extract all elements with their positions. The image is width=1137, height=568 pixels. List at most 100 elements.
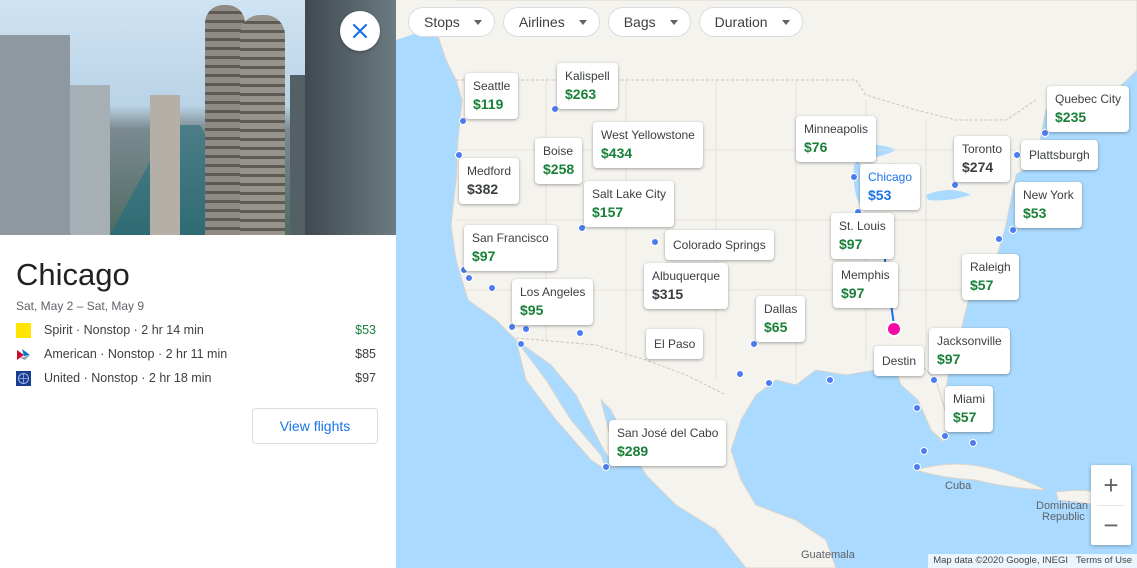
building (150, 95, 180, 235)
card-price: $95 (520, 302, 544, 318)
card-price: $76 (804, 139, 828, 155)
airport-dot[interactable] (1013, 151, 1021, 159)
filter-duration[interactable]: Duration (698, 7, 803, 37)
card-price: $57 (970, 277, 994, 293)
filter-bar: Stops Airlines Bags Duration (408, 7, 803, 37)
building (240, 15, 285, 235)
card-name: Medford (467, 164, 512, 178)
city-title: Chicago (16, 257, 130, 292)
destination-card-memphis[interactable]: Memphis $97 (833, 262, 898, 308)
filter-label: Bags (623, 14, 656, 30)
destination-card-destin[interactable]: Destin (874, 346, 925, 376)
destination-card-seattle[interactable]: Seattle $119 (465, 73, 519, 119)
destination-card-jacksonville[interactable]: Jacksonville $97 (929, 328, 1010, 374)
airport-dot[interactable] (651, 238, 659, 246)
airport-dot[interactable] (576, 329, 584, 337)
card-name: Toronto (962, 142, 1003, 156)
card-name: Seattle (473, 79, 511, 93)
airport-dot[interactable] (522, 325, 530, 333)
card-price: $258 (543, 161, 575, 177)
flight-row[interactable]: Spirit · Nonstop · 2 hr 14 min $53 (16, 318, 376, 342)
origin-pin[interactable] (886, 321, 902, 337)
zoom-out-button[interactable]: − (1091, 506, 1131, 545)
card-price: $97 (472, 248, 496, 264)
airport-dot[interactable] (930, 376, 938, 384)
zoom-in-button[interactable]: + (1091, 465, 1131, 505)
card-name: Raleigh (970, 260, 1011, 274)
destination-card-el-paso[interactable]: El Paso (646, 329, 704, 359)
airport-dot[interactable] (826, 376, 834, 384)
filter-bags[interactable]: Bags (607, 7, 691, 37)
airport-dot[interactable] (488, 284, 496, 292)
filter-stops[interactable]: Stops (408, 7, 495, 37)
flight-meta: Spirit · Nonstop · 2 hr 14 min (44, 323, 204, 337)
card-price: $53 (1023, 205, 1047, 221)
destination-card-minneapolis[interactable]: Minneapolis $76 (796, 116, 877, 162)
map-attribution: Map data ©2020 Google, INEGI Terms of Us… (928, 554, 1137, 568)
filter-airlines[interactable]: Airlines (502, 7, 600, 37)
airport-dot[interactable] (850, 173, 858, 181)
view-flights-button[interactable]: View flights (252, 408, 378, 444)
card-price: $315 (652, 286, 684, 302)
card-name: Boise (543, 144, 574, 158)
destination-card-san-jose-del-cabo[interactable]: San José del Cabo $289 (609, 420, 727, 466)
card-price: $235 (1055, 109, 1087, 125)
flight-row[interactable]: American · Nonstop · 2 hr 11 min $85 (16, 342, 376, 366)
card-name: Albuquerque (652, 269, 721, 283)
map-label-cuba: Cuba (945, 480, 972, 492)
card-name: Kalispell (565, 69, 610, 83)
card-name: West Yellowstone (601, 128, 695, 142)
airport-dot[interactable] (913, 404, 921, 412)
destination-card-st-louis[interactable]: St. Louis $97 (831, 213, 894, 259)
united-logo-icon (16, 370, 31, 386)
destination-card-boise[interactable]: Boise $258 (535, 138, 583, 184)
destination-card-west-yellowstone[interactable]: West Yellowstone $434 (593, 122, 703, 168)
close-button[interactable] (340, 11, 380, 51)
zoom-controls: + − (1091, 465, 1131, 545)
destination-card-toronto[interactable]: Toronto $274 (954, 136, 1011, 182)
airport-dot[interactable] (765, 379, 773, 387)
destination-card-salt-lake-city[interactable]: Salt Lake City $157 (584, 181, 675, 227)
airport-dot[interactable] (920, 447, 928, 455)
map-label-guatemala: Guatemala (801, 549, 855, 561)
destination-card-san-francisco[interactable]: San Francisco $97 (464, 225, 557, 271)
airport-dot[interactable] (517, 340, 525, 348)
flight-price: $53 (355, 323, 376, 337)
card-price: $119 (473, 96, 504, 112)
destination-card-colorado-springs[interactable]: Colorado Springs (665, 230, 774, 260)
card-price: $57 (953, 409, 977, 425)
card-name: El Paso (654, 337, 696, 351)
caret-down-icon (473, 19, 482, 25)
trip-dates: Sat, May 2 – Sat, May 9 (16, 299, 145, 313)
destination-card-kalispell[interactable]: Kalispell $263 (557, 63, 618, 109)
caret-down-icon (578, 19, 587, 25)
card-name: Jacksonville (937, 334, 1002, 348)
airport-dot[interactable] (951, 181, 959, 189)
airport-dot[interactable] (941, 432, 949, 440)
destination-card-los-angeles[interactable]: Los Angeles $95 (512, 279, 594, 325)
terms-of-use-link[interactable]: Terms of Use (1076, 555, 1132, 567)
destination-card-quebec-city[interactable]: Quebec City $235 (1047, 86, 1130, 132)
destination-card-raleigh[interactable]: Raleigh $57 (962, 254, 1019, 300)
card-name: San Francisco (472, 231, 549, 245)
card-price: $157 (592, 204, 624, 220)
airport-dot[interactable] (995, 235, 1003, 243)
flight-row[interactable]: United · Nonstop · 2 hr 18 min $97 (16, 366, 376, 390)
destination-card-miami[interactable]: Miami $57 (945, 386, 993, 432)
airport-dot[interactable] (969, 439, 977, 447)
card-price: $289 (617, 443, 649, 459)
destination-card-dallas[interactable]: Dallas $65 (756, 296, 806, 342)
card-name: Chicago (868, 170, 913, 184)
flight-price: $85 (355, 347, 376, 361)
airport-dot[interactable] (465, 274, 473, 282)
card-name: San José del Cabo (617, 426, 719, 440)
destination-card-plattsburgh[interactable]: Plattsburgh (1021, 140, 1098, 170)
destination-card-albuquerque[interactable]: Albuquerque $315 (644, 263, 729, 309)
destination-card-medford[interactable]: Medford $382 (459, 158, 520, 204)
destination-card-new-york[interactable]: New York $53 (1015, 182, 1082, 228)
map[interactable]: Stops Airlines Bags Duration Seattle $11… (396, 0, 1137, 568)
card-price: $274 (962, 159, 994, 175)
airport-dot[interactable] (736, 370, 744, 378)
airport-dot[interactable] (913, 463, 921, 471)
destination-card-chicago[interactable]: Chicago $53 (860, 164, 921, 210)
